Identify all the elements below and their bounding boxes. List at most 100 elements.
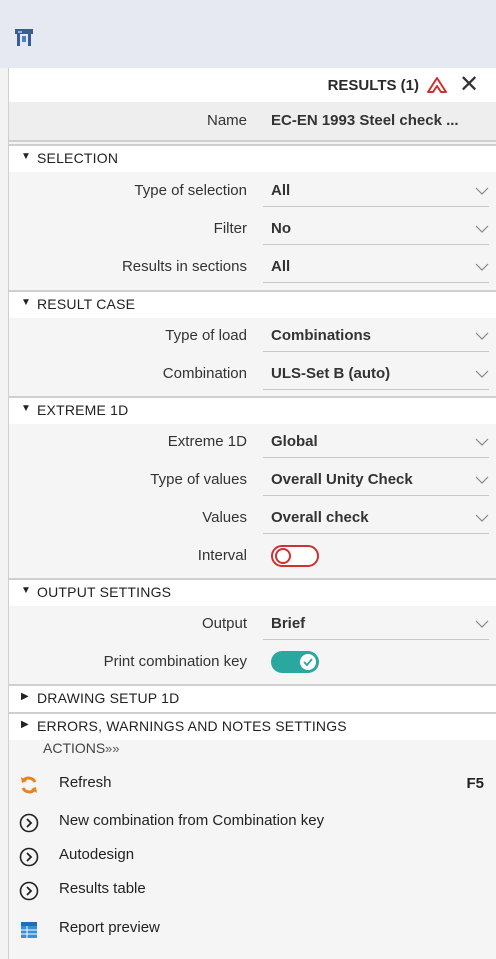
check-icon xyxy=(300,654,316,670)
property-label: Filter xyxy=(213,220,247,237)
values-row[interactable]: Values Overall check xyxy=(9,499,496,537)
interval-row: Interval xyxy=(9,537,496,575)
output-row[interactable]: Output Brief xyxy=(9,605,496,643)
expand-triangle-icon[interactable]: ▶ xyxy=(21,719,29,730)
property-label: Combination xyxy=(162,365,247,382)
interval-toggle[interactable] xyxy=(271,545,319,567)
collapse-triangle-icon[interactable]: ▼ xyxy=(21,403,31,414)
type-of-values-row[interactable]: Type of values Overall Unity Check xyxy=(9,461,496,499)
property-label: Interval xyxy=(197,547,247,564)
collapse-triangle-icon[interactable]: ▼ xyxy=(21,585,31,596)
section-title: ERRORS, WARNINGS AND NOTES SETTINGS xyxy=(37,718,347,734)
structure-icon[interactable] xyxy=(12,26,36,50)
close-icon[interactable]: ✕ xyxy=(457,72,481,98)
top-bar xyxy=(0,0,496,68)
property-label: Type of selection xyxy=(134,182,247,199)
chevron-down-icon[interactable] xyxy=(475,262,489,272)
field-underline xyxy=(263,206,489,207)
pin-icon[interactable] xyxy=(426,75,448,95)
property-label: Output xyxy=(201,615,247,632)
output-value[interactable]: Brief xyxy=(271,605,305,643)
property-label: Print combination key xyxy=(103,653,247,670)
results-in-sections-row[interactable]: Results in sections All xyxy=(9,248,496,286)
section-title: DRAWING SETUP 1D xyxy=(37,690,180,706)
action-results-table[interactable]: Results table xyxy=(9,873,496,907)
results-in-sections-value[interactable]: All xyxy=(271,248,290,286)
field-underline xyxy=(263,389,489,390)
section-title: EXTREME 1D xyxy=(37,402,129,418)
property-label: Type of load xyxy=(165,327,247,344)
action-label: New combination from Combination key xyxy=(59,812,325,829)
table-icon xyxy=(21,922,37,938)
action-label: Refresh xyxy=(59,774,112,791)
panel-header: RESULTS (1) ✕ xyxy=(9,68,496,103)
section-title: RESULT CASE xyxy=(37,296,136,312)
property-label: Type of values xyxy=(150,471,247,488)
section-title: SELECTION xyxy=(37,150,119,166)
section-result-case[interactable]: ▼ RESULT CASE xyxy=(9,290,496,318)
chevron-down-icon[interactable] xyxy=(475,186,489,196)
type-of-values-value[interactable]: Overall Unity Check xyxy=(271,461,413,499)
circle-chevron-icon xyxy=(19,881,39,901)
chevron-down-icon[interactable] xyxy=(475,513,489,523)
chevron-down-icon[interactable] xyxy=(475,475,489,485)
action-report-preview[interactable]: Report preview xyxy=(9,912,496,946)
circle-chevron-icon xyxy=(19,847,39,867)
field-underline xyxy=(263,457,489,458)
name-row: Name EC-EN 1993 Steel check ... xyxy=(9,102,496,142)
property-label: Values xyxy=(202,509,247,526)
section-errors-warnings[interactable]: ▶ ERRORS, WARNINGS AND NOTES SETTINGS xyxy=(9,712,496,740)
type-of-selection-row[interactable]: Type of selection All xyxy=(9,172,496,210)
combination-row[interactable]: Combination ULS-Set B (auto) xyxy=(9,355,496,393)
panel-title: RESULTS (1) xyxy=(327,77,419,94)
type-of-selection-value[interactable]: All xyxy=(271,172,290,210)
filter-row[interactable]: Filter No xyxy=(9,210,496,248)
action-label: Autodesign xyxy=(59,846,135,863)
type-of-load-row[interactable]: Type of load Combinations xyxy=(9,317,496,355)
collapse-triangle-icon[interactable]: ▼ xyxy=(21,297,31,308)
name-value[interactable]: EC-EN 1993 Steel check ... xyxy=(271,102,459,140)
section-selection[interactable]: ▼ SELECTION xyxy=(9,144,496,172)
shortcut-key: F5 xyxy=(466,775,484,792)
section-output-settings[interactable]: ▼ OUTPUT SETTINGS xyxy=(9,578,496,606)
combination-value[interactable]: ULS-Set B (auto) xyxy=(271,355,390,393)
section-extreme-1d[interactable]: ▼ EXTREME 1D xyxy=(9,396,496,424)
actions-expand-icon[interactable]: »» xyxy=(105,741,119,756)
circle-chevron-icon xyxy=(19,813,39,833)
action-new-combination[interactable]: New combination from Combination key xyxy=(9,805,496,839)
chevron-down-icon[interactable] xyxy=(475,619,489,629)
field-underline xyxy=(263,533,489,534)
actions-label: ACTIONS xyxy=(43,740,106,756)
field-underline xyxy=(263,282,489,283)
extreme-1d-row[interactable]: Extreme 1D Global xyxy=(9,423,496,461)
field-underline xyxy=(263,639,489,640)
action-refresh[interactable]: Refresh F5 xyxy=(9,767,496,801)
name-label: Name xyxy=(206,112,247,129)
chevron-down-icon[interactable] xyxy=(475,369,489,379)
field-underline xyxy=(263,495,489,496)
action-autodesign[interactable]: Autodesign xyxy=(9,839,496,873)
name-property[interactable]: Name EC-EN 1993 Steel check ... xyxy=(9,102,496,140)
chevron-down-icon[interactable] xyxy=(475,437,489,447)
print-combination-key-toggle[interactable] xyxy=(271,651,319,673)
chevron-down-icon[interactable] xyxy=(475,224,489,234)
values-value[interactable]: Overall check xyxy=(271,499,369,537)
section-drawing-setup-1d[interactable]: ▶ DRAWING SETUP 1D xyxy=(9,684,496,712)
section-title: OUTPUT SETTINGS xyxy=(37,584,172,600)
filter-value[interactable]: No xyxy=(271,210,291,248)
extreme-1d-value[interactable]: Global xyxy=(271,423,318,461)
chevron-down-icon[interactable] xyxy=(475,331,489,341)
action-label: Report preview xyxy=(59,919,160,936)
refresh-icon xyxy=(21,776,37,794)
field-underline xyxy=(263,351,489,352)
action-label: Results table xyxy=(59,880,146,897)
toggle-knob xyxy=(275,548,291,564)
collapse-triangle-icon[interactable]: ▼ xyxy=(21,151,31,162)
print-combination-key-row: Print combination key xyxy=(9,643,496,681)
property-label: Extreme 1D xyxy=(167,433,247,450)
results-panel: RESULTS (1) ✕ Name EC-EN 1993 Steel chec… xyxy=(8,68,496,959)
expand-triangle-icon[interactable]: ▶ xyxy=(21,691,29,702)
property-label: Results in sections xyxy=(121,258,247,275)
type-of-load-value[interactable]: Combinations xyxy=(271,317,371,355)
field-underline xyxy=(263,244,489,245)
